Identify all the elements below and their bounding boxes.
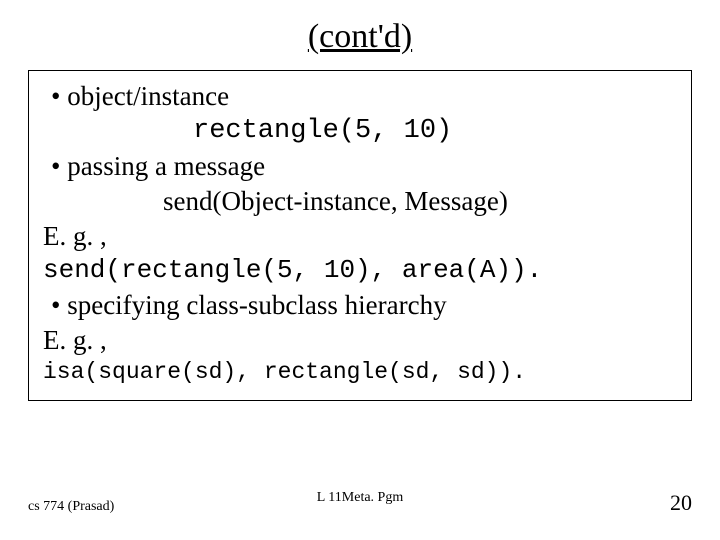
footer-center: L 11Meta. Pgm (317, 490, 403, 506)
code-send-example: send(rectangle(5, 10), area(A)). (43, 254, 677, 288)
footer-page-number: 20 (670, 490, 692, 516)
slide-footer: cs 774 (Prasad) L 11Meta. Pgm 20 (0, 490, 720, 516)
code-isa-example: isa(square(sd), rectangle(sd, sd)). (43, 358, 677, 388)
bullet-passing-message: • passing a message (51, 149, 677, 184)
eg-label-2: E. g. , (43, 323, 677, 358)
content-box: • object/instance rectangle(5, 10) • pas… (28, 70, 692, 401)
bullet-class-hierarchy: • specifying class-subclass hierarchy (51, 288, 677, 323)
footer-left: cs 774 (Prasad) (28, 499, 114, 515)
slide-title: (cont'd) (28, 18, 692, 56)
eg-label-1: E. g. , (43, 219, 677, 254)
bullet-object-instance: • object/instance (51, 79, 677, 114)
code-rectangle: rectangle(5, 10) (43, 114, 677, 149)
text-send-signature: send(Object-instance, Message) (43, 184, 677, 219)
